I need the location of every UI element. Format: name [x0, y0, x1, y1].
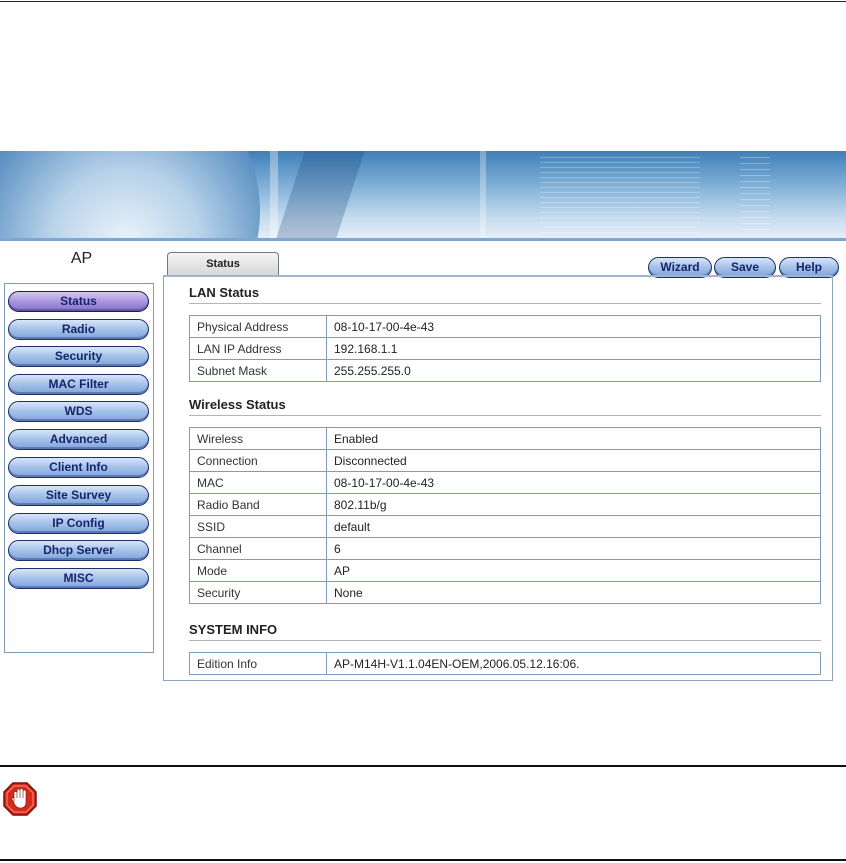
sidebar-item-site-survey[interactable]: Site Survey: [8, 485, 149, 506]
row-value: 255.255.255.0: [326, 359, 821, 382]
row-key: Security: [189, 581, 327, 604]
row-key: Physical Address: [189, 315, 327, 338]
row-key: Radio Band: [189, 493, 327, 516]
banner-texture: [540, 157, 700, 235]
row-value: 6: [326, 537, 821, 560]
stop-hand-icon: [3, 782, 37, 816]
row-value: 192.168.1.1: [326, 337, 821, 360]
sidebar-item-status[interactable]: Status: [8, 291, 149, 312]
row-key: Wireless: [189, 427, 327, 450]
row-value: 08-10-17-00-4e-43: [326, 315, 821, 338]
globe-graphic: [0, 151, 260, 241]
banner-texture-right: [740, 157, 770, 235]
row-value: 08-10-17-00-4e-43: [326, 471, 821, 494]
row-key: MAC: [189, 471, 327, 494]
top-rule: [0, 1, 846, 2]
sidebar-item-radio[interactable]: Radio: [8, 319, 149, 340]
wireless-status-title: Wireless Status: [189, 397, 286, 412]
row-key: LAN IP Address: [189, 337, 327, 360]
lan-status-title: LAN Status: [189, 285, 260, 300]
table-row: LAN IP Address 192.168.1.1: [189, 337, 821, 360]
notice-bottom-rule: [0, 859, 846, 861]
row-key: Edition Info: [189, 652, 327, 675]
table-row: Mode AP: [189, 559, 821, 582]
row-key: Connection: [189, 449, 327, 472]
lan-status-table: Physical Address 08-10-17-00-4e-43 LAN I…: [189, 315, 821, 382]
row-value: Disconnected: [326, 449, 821, 472]
table-row: Edition Info AP-M14H-V1.1.04EN-OEM,2006.…: [189, 652, 821, 675]
row-key: SSID: [189, 515, 327, 538]
sidebar-item-security[interactable]: Security: [8, 346, 149, 367]
row-key: Channel: [189, 537, 327, 560]
row-key: Mode: [189, 559, 327, 582]
sidebar-item-advanced[interactable]: Advanced: [8, 429, 149, 450]
notice-top-rule: [0, 765, 846, 767]
row-value: None: [326, 581, 821, 604]
tab-status[interactable]: Status: [167, 252, 279, 276]
sidebar-item-misc[interactable]: MISC: [8, 568, 149, 589]
table-row: Wireless Enabled: [189, 427, 821, 450]
sidebar-nav: Status Radio Security MAC Filter WDS Adv…: [4, 283, 154, 653]
sidebar-item-dhcp-server[interactable]: Dhcp Server: [8, 540, 149, 561]
table-row: Channel 6: [189, 537, 821, 560]
row-key: Subnet Mask: [189, 359, 327, 382]
sidebar-item-client-info[interactable]: Client Info: [8, 457, 149, 478]
sidebar-item-ip-config[interactable]: IP Config: [8, 513, 149, 534]
row-value: Enabled: [326, 427, 821, 450]
table-row: Radio Band 802.11b/g: [189, 493, 821, 516]
sidebar-item-wds[interactable]: WDS: [8, 401, 149, 422]
table-row: Security None: [189, 581, 821, 604]
row-value: 802.11b/g: [326, 493, 821, 516]
table-row: Connection Disconnected: [189, 449, 821, 472]
table-row: Physical Address 08-10-17-00-4e-43: [189, 315, 821, 338]
wireless-status-table: Wireless Enabled Connection Disconnected…: [189, 427, 821, 604]
row-value: AP: [326, 559, 821, 582]
row-value: default: [326, 515, 821, 538]
system-info-title: SYSTEM INFO: [189, 622, 278, 637]
table-row: MAC 08-10-17-00-4e-43: [189, 471, 821, 494]
header-banner: [0, 151, 846, 241]
sidebar-item-mac-filter[interactable]: MAC Filter: [8, 374, 149, 395]
system-info-table: Edition Info AP-M14H-V1.1.04EN-OEM,2006.…: [189, 652, 821, 675]
table-row: SSID default: [189, 515, 821, 538]
sidebar-title: AP: [70, 250, 93, 267]
table-row: Subnet Mask 255.255.255.0: [189, 359, 821, 382]
row-value: AP-M14H-V1.1.04EN-OEM,2006.05.12.16:06.: [326, 652, 821, 675]
